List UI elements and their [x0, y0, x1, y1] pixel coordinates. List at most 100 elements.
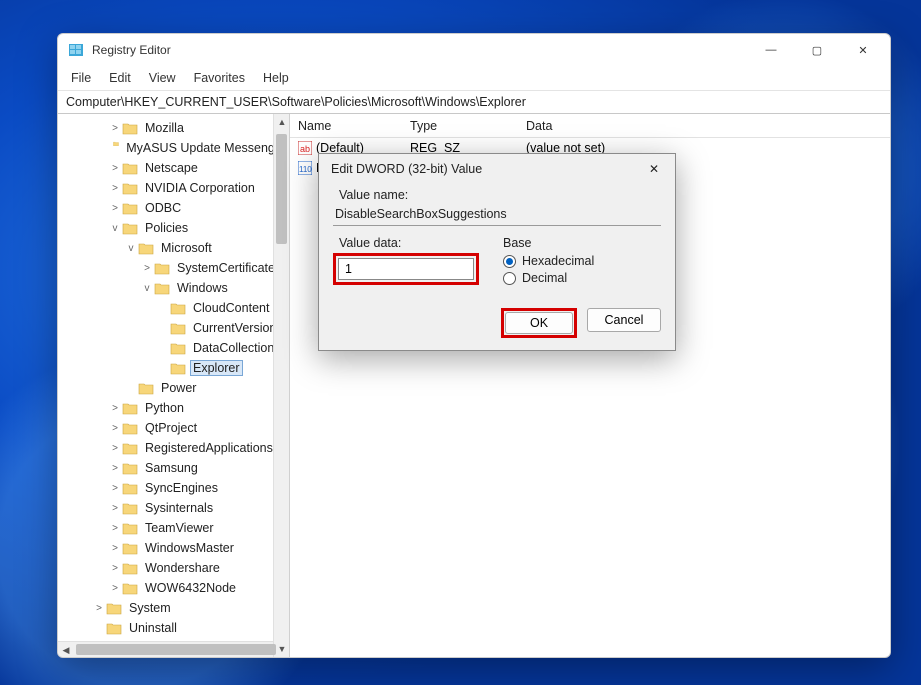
col-type[interactable]: Type: [410, 119, 526, 133]
tree-item-label: Samsung: [142, 460, 201, 476]
tree-item-label: QtProject: [142, 420, 200, 436]
scroll-down-button[interactable]: ▼: [274, 641, 290, 657]
expander-icon[interactable]: >: [108, 403, 122, 414]
tree-item-label: Sysinternals: [142, 500, 216, 516]
folder-icon: [170, 321, 186, 335]
tree-item[interactable]: Uninstall: [58, 618, 289, 638]
expander-icon[interactable]: >: [108, 203, 122, 214]
expander-icon[interactable]: >: [140, 263, 154, 274]
expander-icon[interactable]: >: [108, 483, 122, 494]
tree-item[interactable]: MyASUS Update Messenger: [58, 138, 289, 158]
folder-icon: [154, 261, 170, 275]
tree-item[interactable]: > QtProject: [58, 418, 289, 438]
value-data-input[interactable]: [338, 258, 474, 280]
folder-icon: [106, 621, 122, 635]
folder-icon: [122, 461, 138, 475]
scroll-track-h[interactable]: [74, 642, 257, 657]
folder-icon: [122, 401, 138, 415]
tree-item[interactable]: vWindows: [58, 278, 289, 298]
vertical-scrollbar[interactable]: ▲ ▼: [273, 114, 289, 657]
tree-item-label: TeamViewer: [142, 520, 217, 536]
menu-edit[interactable]: Edit: [102, 68, 138, 88]
expander-icon[interactable]: >: [108, 183, 122, 194]
tree-item[interactable]: >Mozilla: [58, 118, 289, 138]
tree-item-label: RegisteredApplications: [142, 440, 276, 456]
scroll-up-button[interactable]: ▲: [274, 114, 290, 130]
scroll-thumb-h[interactable]: [76, 644, 276, 655]
maximize-button[interactable]: ▢: [794, 34, 840, 66]
col-name[interactable]: Name: [290, 119, 410, 133]
column-headers[interactable]: Name Type Data: [290, 114, 890, 138]
radio-indicator-on: [503, 255, 516, 268]
tree-item[interactable]: >WOW6432Node: [58, 578, 289, 598]
tree-item-label: SystemCertificates: [174, 260, 284, 276]
tree-item[interactable]: > Wondershare: [58, 558, 289, 578]
scroll-thumb[interactable]: [276, 134, 287, 244]
cancel-button[interactable]: Cancel: [587, 308, 661, 332]
expander-icon[interactable]: >: [108, 443, 122, 454]
window-title: Registry Editor: [92, 43, 748, 57]
expander-icon[interactable]: >: [108, 523, 122, 534]
tree-item[interactable]: > SystemCertificates: [58, 258, 289, 278]
tree-item[interactable]: CloudContent: [58, 298, 289, 318]
tree-item-label: CloudContent: [190, 300, 272, 316]
tree-item[interactable]: >WindowsMaster: [58, 538, 289, 558]
tree-item[interactable]: >Python: [58, 398, 289, 418]
menu-help[interactable]: Help: [256, 68, 296, 88]
tree-pane[interactable]: >MozillaMyASUS Update Messenger>Netscape…: [58, 114, 290, 657]
expander-icon[interactable]: v: [140, 283, 154, 294]
tree-item[interactable]: >Netscape: [58, 158, 289, 178]
tree-item[interactable]: Power: [58, 378, 289, 398]
tree-item[interactable]: >NVIDIA Corporation: [58, 178, 289, 198]
expander-icon[interactable]: v: [108, 223, 122, 234]
horizontal-scrollbar[interactable]: ◀ ▶: [58, 641, 273, 657]
tree-item[interactable]: vPolicies: [58, 218, 289, 238]
tree-item-label: Wondershare: [142, 560, 223, 576]
minimize-button[interactable]: —: [748, 34, 794, 66]
tree-item[interactable]: >ODBC: [58, 198, 289, 218]
tree-item[interactable]: > TeamViewer: [58, 518, 289, 538]
base-label: Base: [503, 236, 594, 250]
tree-item[interactable]: DataCollection: [58, 338, 289, 358]
expander-icon[interactable]: >: [92, 603, 106, 614]
tree-item[interactable]: vMicrosoft: [58, 238, 289, 258]
address-bar[interactable]: Computer\HKEY_CURRENT_USER\Software\Poli…: [58, 90, 890, 114]
tree-item[interactable]: Explorer: [58, 358, 289, 378]
titlebar[interactable]: Registry Editor — ▢ ✕: [58, 34, 890, 66]
folder-icon: [170, 361, 186, 375]
tree-item[interactable]: > RegisteredApplications: [58, 438, 289, 458]
scroll-left-button[interactable]: ◀: [58, 642, 74, 657]
tree-item-label: Explorer: [190, 360, 243, 376]
radio-decimal[interactable]: Decimal: [503, 271, 594, 285]
dialog-close-button[interactable]: ✕: [639, 157, 669, 181]
menu-favorites[interactable]: Favorites: [187, 68, 252, 88]
scroll-track[interactable]: [274, 130, 289, 641]
col-data[interactable]: Data: [526, 119, 890, 133]
radio-hexadecimal[interactable]: Hexadecimal: [503, 254, 594, 268]
close-button[interactable]: ✕: [840, 34, 886, 66]
ok-button[interactable]: OK: [505, 312, 573, 334]
menu-file[interactable]: File: [64, 68, 98, 88]
expander-icon[interactable]: >: [108, 543, 122, 554]
expander-icon[interactable]: >: [108, 563, 122, 574]
tree-item[interactable]: >SyncEngines: [58, 478, 289, 498]
folder-icon: [122, 181, 138, 195]
dialog-titlebar[interactable]: Edit DWORD (32-bit) Value ✕: [319, 154, 675, 184]
expander-icon[interactable]: >: [108, 463, 122, 474]
tree-item[interactable]: >System: [58, 598, 289, 618]
tree-item[interactable]: CurrentVersion: [58, 318, 289, 338]
folder-icon: [122, 421, 138, 435]
expander-icon[interactable]: >: [108, 123, 122, 134]
expander-icon[interactable]: v: [124, 243, 138, 254]
tree-item[interactable]: > Sysinternals: [58, 498, 289, 518]
expander-icon[interactable]: >: [108, 503, 122, 514]
regedit-icon: [68, 42, 84, 58]
value-name-field[interactable]: DisableSearchBoxSuggestions: [333, 205, 661, 226]
expander-icon[interactable]: >: [108, 583, 122, 594]
tree-item[interactable]: > Samsung: [58, 458, 289, 478]
menu-view[interactable]: View: [142, 68, 183, 88]
folder-icon: [122, 441, 138, 455]
expander-icon[interactable]: >: [108, 423, 122, 434]
expander-icon[interactable]: >: [108, 163, 122, 174]
folder-icon: [122, 501, 138, 515]
